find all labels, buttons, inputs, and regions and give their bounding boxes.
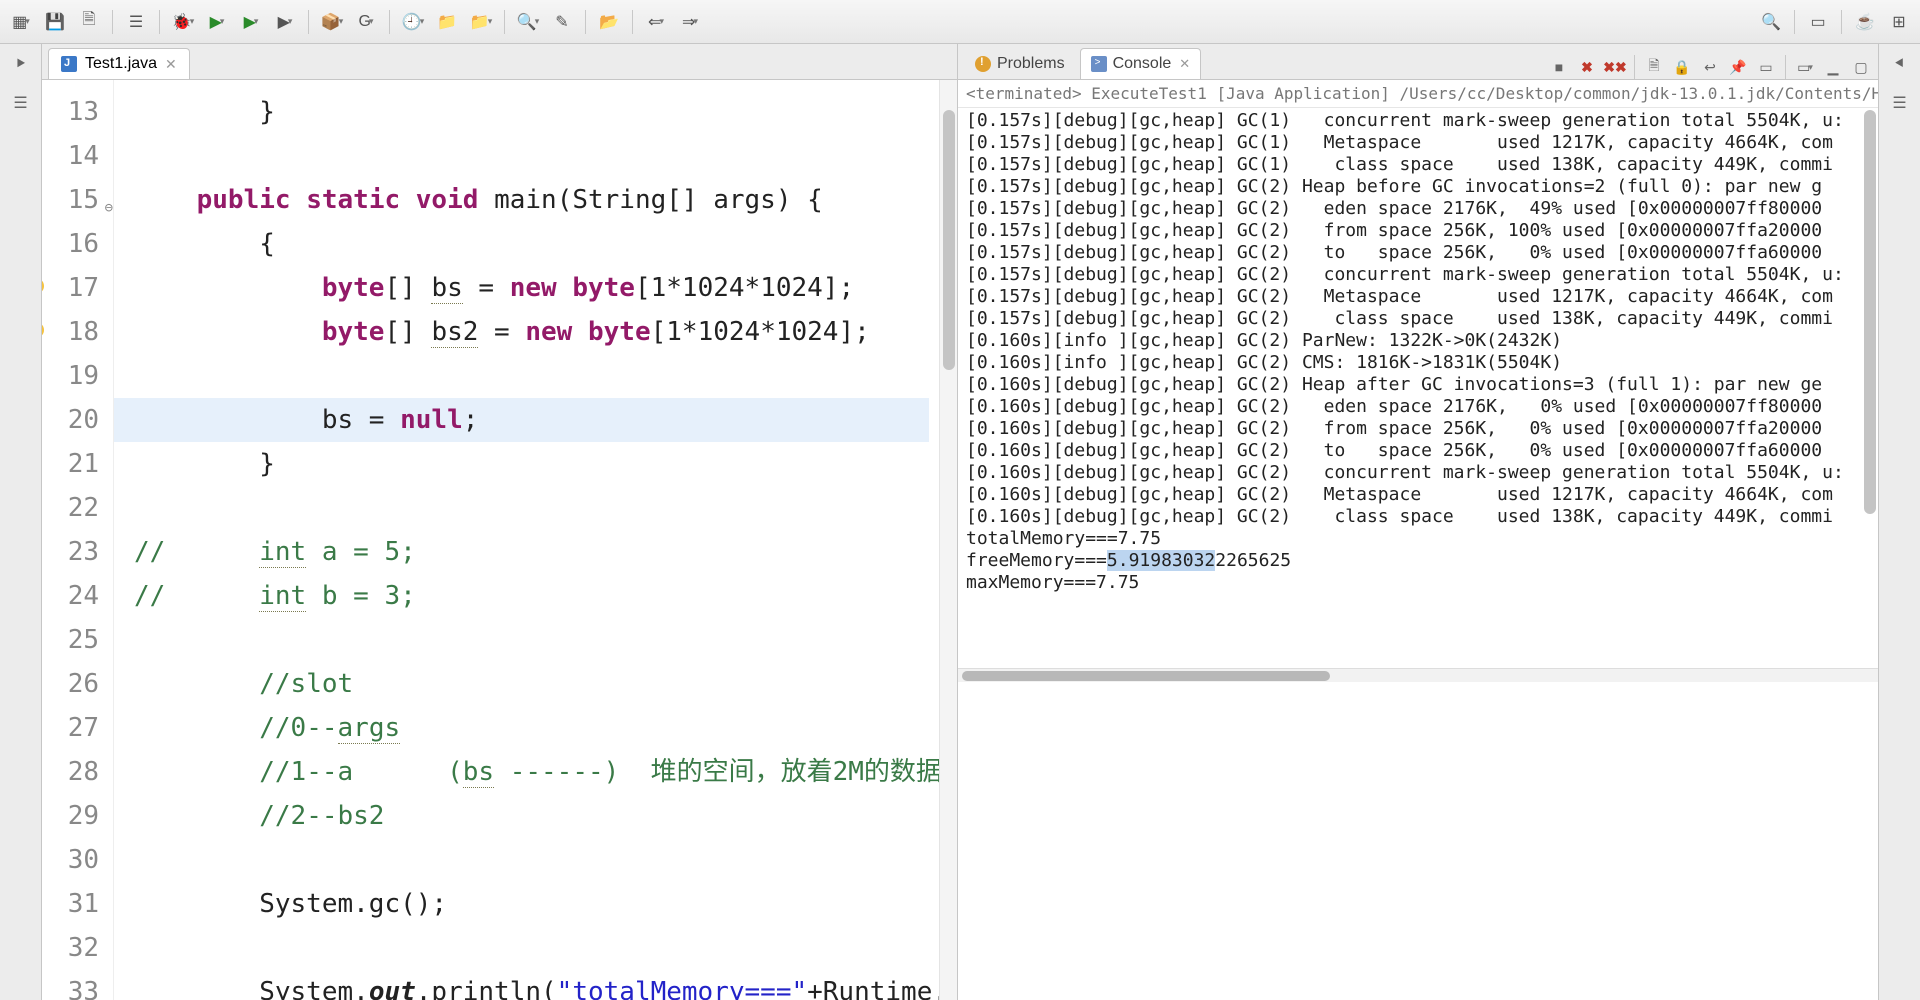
debug-button[interactable]: 🐞 (170, 9, 196, 35)
save-all-button[interactable]: 🗎 (76, 9, 102, 35)
right-panel: Problems Console ✕ ■ ✖ ✖✖ 🗎 🔒 ↩ 📌 ▭ ▭ ▁ (958, 44, 1878, 1000)
new-package-button[interactable]: 📦 (319, 9, 345, 35)
console-vscrollbar[interactable] (1864, 110, 1876, 648)
maximize-view-icon[interactable]: ▢ (1850, 56, 1872, 78)
console-hscrollbar[interactable] (958, 668, 1878, 682)
back-button[interactable]: ⇐ (643, 9, 669, 35)
hierarchy-icon[interactable]: ☰ (10, 92, 32, 114)
code-area[interactable]: } public static void main(String[] args)… (114, 80, 939, 1000)
external-tools-button[interactable]: ▶ (272, 9, 298, 35)
scroll-lock-icon[interactable]: 🔒 (1671, 56, 1693, 78)
perspective-switch-button[interactable]: ▭ (1805, 9, 1831, 35)
restore-icon[interactable]: ⯈ (10, 54, 32, 76)
nav-history-button[interactable]: 🕘 (400, 9, 426, 35)
console-toolbar: ■ ✖ ✖✖ 🗎 🔒 ↩ 📌 ▭ ▭ ▁ ▢ (1548, 55, 1872, 79)
close-icon[interactable]: ✕ (1179, 56, 1190, 72)
main-toolbar: ▦ 💾 🗎 ☰ 🐞 ▶ ▶ ▶ 📦 G 🕘 📁 📁 🔍 ✎ 📂 ⇐ ⇒ 🔍 ▭ … (0, 0, 1920, 44)
toolbar-sep (1794, 10, 1795, 34)
console-output[interactable]: [0.157s][debug][gc,heap] GC(1) concurren… (958, 108, 1878, 668)
open-perspective-button[interactable]: ⊞ (1886, 9, 1912, 35)
console-status: <terminated> ExecuteTest1 [Java Applicat… (958, 80, 1878, 108)
build-all-button[interactable]: 📁 (468, 9, 494, 35)
editor-continuation (958, 682, 1878, 1000)
left-trim: ⯈ ☰ (0, 44, 42, 1000)
save-button[interactable]: 💾 (42, 9, 68, 35)
tasks-button[interactable]: ✎ (549, 9, 575, 35)
toolbar-sep (1785, 55, 1786, 79)
open-console-icon[interactable]: ▭ (1794, 56, 1816, 78)
toolbar-sep (1841, 10, 1842, 34)
search-button[interactable]: 🔍 (515, 9, 541, 35)
workbench: ⯈ ☰ Test1.java ✕ 13141516171819202122232… (0, 44, 1920, 1000)
toolbar-sep (504, 10, 505, 34)
problems-icon (975, 56, 991, 72)
display-selected-icon[interactable]: ▭ (1755, 56, 1777, 78)
remove-all-icon[interactable]: ✖✖ (1604, 56, 1626, 78)
line-gutter: 1314151617181920212223242526272829303132… (42, 80, 114, 1000)
open-type-button[interactable]: ☰ (123, 9, 149, 35)
toolbar-sep (1634, 55, 1635, 79)
toolbar-sep (585, 10, 586, 34)
toolbar-sep (159, 10, 160, 34)
right-trim: ⯇ ☰ (1878, 44, 1920, 1000)
editor-tab-test1[interactable]: Test1.java ✕ (48, 48, 190, 79)
forward-button[interactable]: ⇒ (677, 9, 703, 35)
restore-right-icon[interactable]: ⯇ (1889, 54, 1911, 76)
clear-console-icon[interactable]: 🗎 (1643, 56, 1665, 78)
editor-body[interactable]: 1314151617181920212223242526272829303132… (42, 80, 957, 1000)
toolbar-sep (389, 10, 390, 34)
minimize-view-icon[interactable]: ▁ (1822, 56, 1844, 78)
coverage-button[interactable]: ▶ (238, 9, 264, 35)
new-button[interactable]: ▦ (8, 9, 34, 35)
console-hscroll-thumb[interactable] (962, 671, 1330, 681)
outline-icon[interactable]: ☰ (1889, 92, 1911, 114)
editor-vscroll-thumb[interactable] (943, 110, 955, 370)
toolbar-sep (632, 10, 633, 34)
tab-console[interactable]: Console ✕ (1080, 48, 1202, 79)
console-icon (1091, 56, 1107, 72)
java-perspective-icon[interactable]: ☕ (1852, 9, 1878, 35)
run-button[interactable]: ▶ (204, 9, 230, 35)
build-button[interactable]: 📁 (434, 9, 460, 35)
word-wrap-icon[interactable]: ↩ (1699, 56, 1721, 78)
java-file-icon (61, 56, 77, 72)
quick-search-icon[interactable]: 🔍 (1758, 9, 1784, 35)
tab-problems[interactable]: Problems (964, 48, 1076, 79)
close-tab-icon[interactable]: ✕ (165, 56, 177, 73)
generate-button[interactable]: G (353, 9, 379, 35)
remove-launch-icon[interactable]: ✖ (1576, 56, 1598, 78)
right-tabbar: Problems Console ✕ ■ ✖ ✖✖ 🗎 🔒 ↩ 📌 ▭ ▭ ▁ (958, 44, 1878, 80)
console-vscroll-thumb[interactable] (1864, 110, 1876, 514)
terminate-icon[interactable]: ■ (1548, 56, 1570, 78)
editor-area: Test1.java ✕ 131415161718192021222324252… (42, 44, 958, 1000)
tab-label: Problems (997, 55, 1065, 73)
tab-label: Console (1113, 55, 1172, 73)
editor-tabbar: Test1.java ✕ (42, 44, 957, 80)
editor-vscrollbar[interactable] (939, 80, 957, 1000)
open-resource-button[interactable]: 📂 (596, 9, 622, 35)
pin-console-icon[interactable]: 📌 (1727, 56, 1749, 78)
toolbar-sep (112, 10, 113, 34)
toolbar-sep (308, 10, 309, 34)
editor-tab-label: Test1.java (85, 55, 157, 73)
